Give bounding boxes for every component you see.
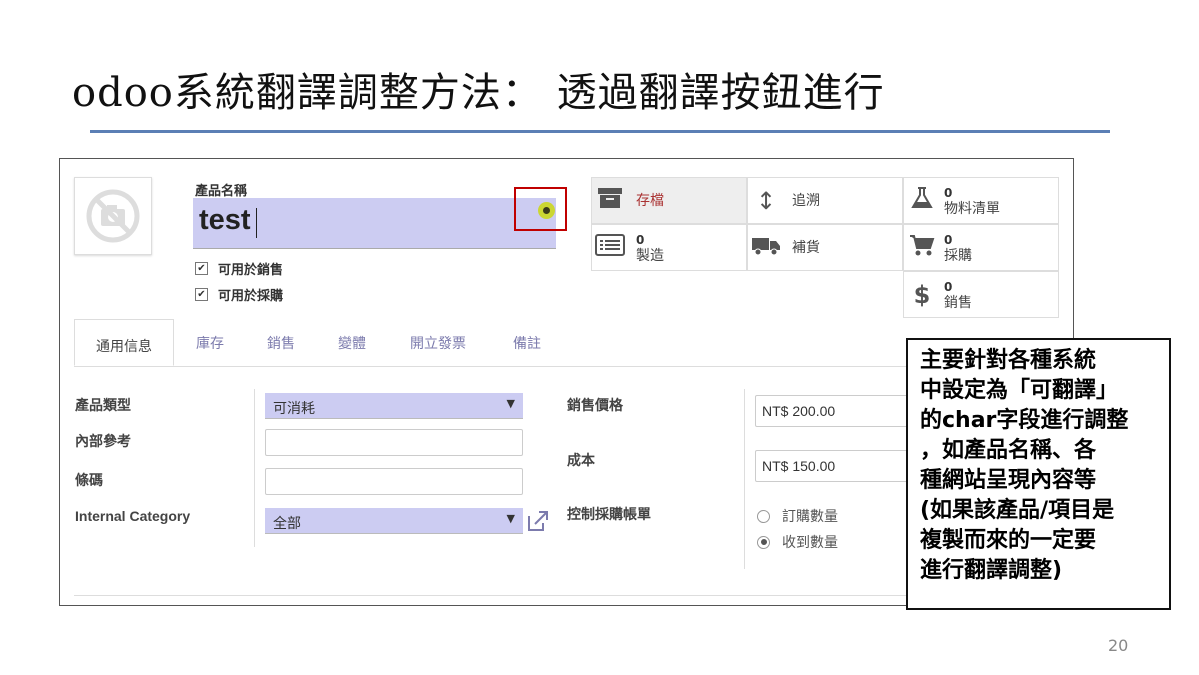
radio-button-selected[interactable]: [757, 535, 770, 549]
tab-sales[interactable]: 銷售: [267, 333, 295, 353]
sales-count: 0: [944, 279, 953, 294]
translate-button-highlight: [514, 187, 567, 231]
can-be-purchased-checkbox[interactable]: ✔ 可用於採購: [195, 285, 283, 304]
caret-down-icon: ▼: [506, 512, 515, 525]
text-cursor: [256, 208, 257, 238]
sales-button[interactable]: $ 0 銷售: [903, 271, 1059, 318]
dollar-icon: $: [913, 280, 931, 309]
manufacturing-label: 製造: [636, 247, 664, 264]
product-type-label: 產品類型: [75, 398, 131, 414]
checkbox-checked-icon[interactable]: ✔: [195, 262, 208, 275]
annotation-callout: 主要針對各種系統 中設定為「可翻譯」 的char字段進行調整 ，如產品名稱、各 …: [906, 338, 1171, 610]
tab-variants[interactable]: 變體: [338, 333, 366, 353]
cost-label: 成本: [567, 453, 595, 469]
bom-count: 0: [944, 185, 953, 200]
radio-label: 訂購數量: [782, 509, 838, 525]
field-separator: [744, 389, 745, 569]
barcode-label: 條碼: [75, 473, 103, 489]
tab-general-info[interactable]: 通用信息: [74, 319, 174, 366]
internal-ref-label: 內部參考: [75, 434, 131, 450]
checkbox-label: 可用於採購: [218, 289, 284, 304]
callout-line: 種網站呈現內容等: [920, 468, 1097, 493]
arrows-vertical-icon: ↕: [755, 186, 777, 215]
purchase-control-label: 控制採購帳單: [567, 507, 651, 523]
flask-icon: [904, 186, 940, 216]
stock-button[interactable]: 存檔: [591, 177, 747, 224]
purchase-count: 0: [944, 232, 953, 247]
traceability-button[interactable]: ↕ 追溯: [747, 177, 903, 224]
external-link-icon[interactable]: [525, 510, 549, 536]
callout-line: 複製而來的一定要: [920, 528, 1097, 553]
tab-notes[interactable]: 備註: [513, 333, 541, 353]
manufacturing-button[interactable]: 0 製造: [591, 224, 747, 271]
product-type-select[interactable]: 可消耗 ▼: [265, 393, 523, 419]
product-name-label: 產品名稱: [195, 184, 248, 199]
product-name-input[interactable]: test: [193, 198, 556, 249]
product-type-value: 可消耗: [273, 401, 315, 417]
stock-label: 存檔: [636, 192, 664, 209]
bom-button[interactable]: 0 物料清單: [903, 177, 1059, 224]
callout-line: ，如產品名稱、各: [920, 438, 1097, 463]
radio-label: 收到數量: [782, 535, 838, 551]
barcode-input[interactable]: [265, 468, 523, 495]
checkbox-checked-icon[interactable]: ✔: [195, 288, 208, 301]
manufacturing-count: 0: [636, 232, 645, 247]
replenish-label: 補貨: [792, 239, 820, 256]
internal-category-label: Internal Category: [75, 508, 191, 524]
title-underline: [90, 130, 1110, 133]
checkbox-label: 可用於銷售: [218, 263, 284, 278]
truck-icon: [748, 234, 784, 262]
radio-ordered-qty[interactable]: 訂購數量: [757, 506, 838, 526]
bom-label: 物料清單: [944, 200, 1000, 217]
slide-title: odoo系統翻譯調整方法： 透過翻譯按鈕進行: [72, 70, 885, 116]
traceability-label: 追溯: [792, 192, 820, 209]
internal-ref-input[interactable]: [265, 429, 523, 456]
sale-price-label: 銷售價格: [567, 398, 623, 414]
callout-line: 的char字段進行調整: [920, 408, 1129, 433]
callout-line: 中設定為「可翻譯」: [920, 378, 1119, 403]
radio-button[interactable]: [757, 509, 770, 523]
callout-line: 主要針對各種系統: [920, 348, 1097, 373]
list-icon: [592, 233, 628, 262]
callout-line: 進行翻譯調整): [920, 558, 1063, 583]
product-name-value[interactable]: test: [199, 204, 251, 237]
field-separator: [254, 389, 255, 547]
product-image-placeholder[interactable]: [74, 177, 152, 255]
caret-down-icon: ▼: [506, 397, 515, 410]
purchase-label: 採購: [944, 247, 972, 264]
radio-received-qty[interactable]: 收到數量: [757, 532, 838, 552]
no-camera-icon: [86, 189, 140, 243]
cart-icon: [904, 233, 940, 263]
can-be-sold-checkbox[interactable]: ✔ 可用於銷售: [195, 259, 283, 278]
replenish-button[interactable]: 補貨: [747, 224, 903, 271]
internal-category-select[interactable]: 全部 ▼: [265, 508, 523, 534]
purchase-button[interactable]: 0 採購: [903, 224, 1059, 271]
tab-invoicing[interactable]: 開立發票: [410, 333, 466, 353]
callout-line: (如果該產品/項目是: [920, 498, 1115, 523]
internal-category-value: 全部: [273, 516, 301, 532]
sales-label: 銷售: [944, 294, 972, 311]
page-number: 20: [1108, 636, 1129, 655]
archive-icon: [592, 187, 628, 215]
tab-inventory[interactable]: 庫存: [196, 333, 224, 353]
